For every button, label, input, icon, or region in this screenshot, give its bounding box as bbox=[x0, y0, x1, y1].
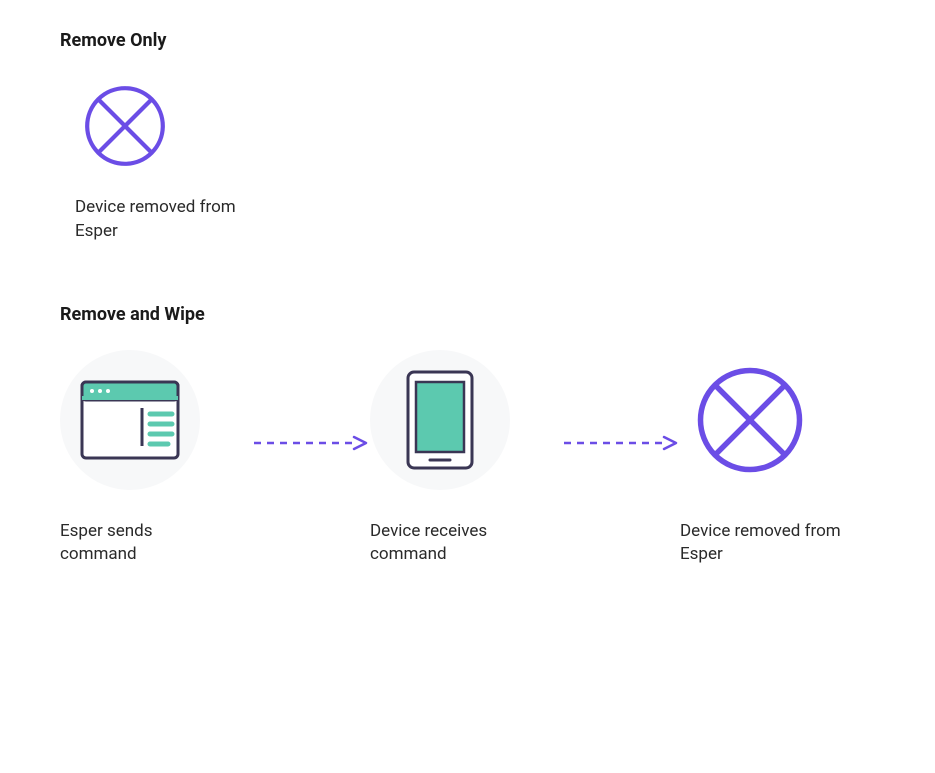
remove-and-wipe-section: Remove and Wipe Esper sends bbox=[60, 304, 875, 568]
browser-window-icon bbox=[60, 350, 200, 490]
step-label: Device removed from Esper bbox=[75, 196, 245, 244]
section-title-remove-only: Remove Only bbox=[60, 30, 875, 51]
cross-circle-icon bbox=[75, 76, 175, 176]
step-esper-sends: Esper sends command bbox=[60, 350, 250, 568]
step-label: Device receives command bbox=[370, 520, 540, 568]
arrow-icon bbox=[560, 373, 680, 513]
step-row: Esper sends command Device receives comm… bbox=[60, 350, 875, 568]
step-device-removed: Device removed from Esper bbox=[680, 350, 870, 568]
mobile-device-icon bbox=[370, 350, 510, 490]
arrow-icon bbox=[250, 373, 370, 513]
step-label: Device removed from Esper bbox=[680, 520, 850, 568]
cross-circle-icon bbox=[680, 350, 820, 490]
step-label: Esper sends command bbox=[60, 520, 230, 568]
step-removed-only: Device removed from Esper bbox=[60, 76, 250, 244]
remove-only-section: Remove Only Device removed from Esper bbox=[60, 30, 875, 244]
section-title-remove-and-wipe: Remove and Wipe bbox=[60, 304, 875, 325]
step-device-receives: Device receives command bbox=[370, 350, 560, 568]
